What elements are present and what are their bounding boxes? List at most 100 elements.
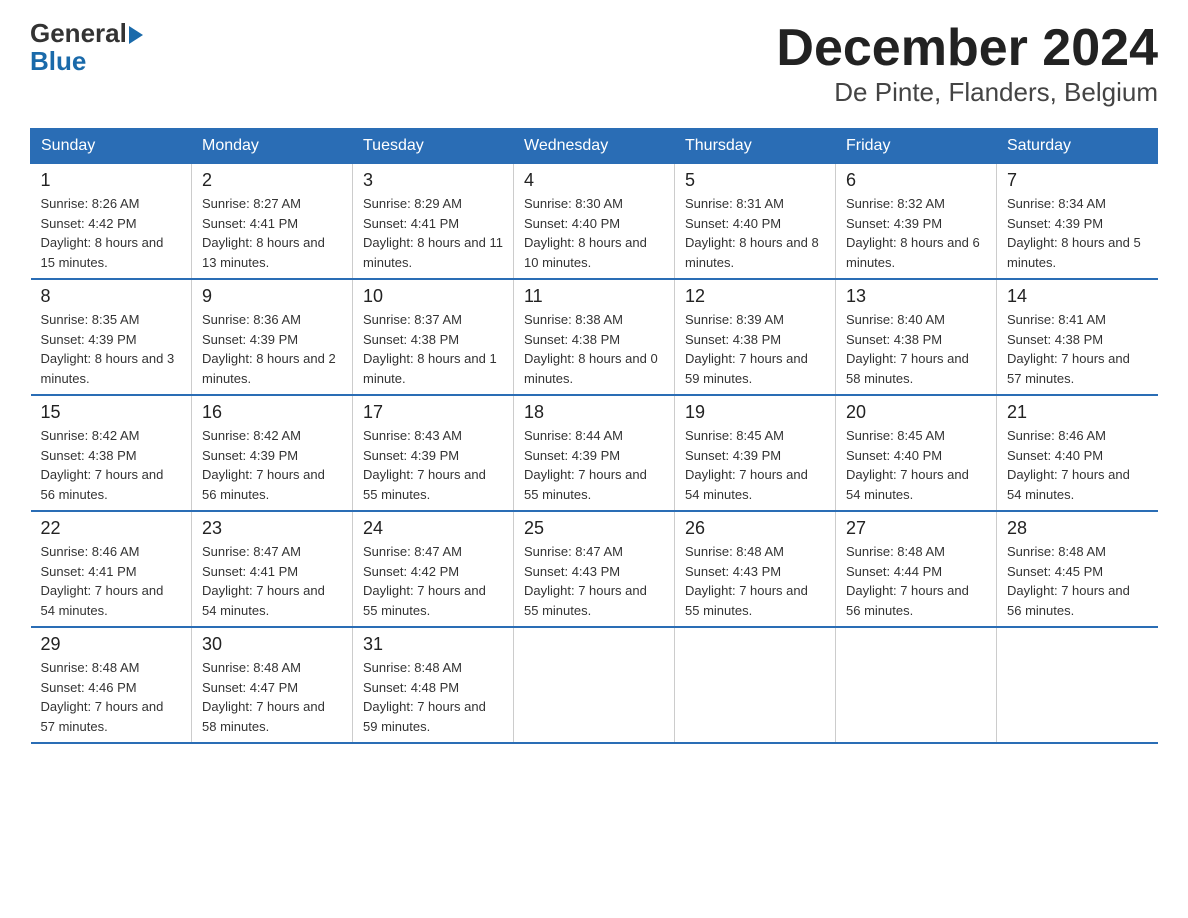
calendar-cell: 10 Sunrise: 8:37 AMSunset: 4:38 PMDaylig… [353,279,514,395]
calendar-cell: 12 Sunrise: 8:39 AMSunset: 4:38 PMDaylig… [675,279,836,395]
calendar-title: December 2024 [776,20,1158,77]
day-number: 26 [685,518,825,539]
calendar-cell [997,627,1158,743]
col-header-wednesday: Wednesday [514,129,675,164]
week-row-5: 29 Sunrise: 8:48 AMSunset: 4:46 PMDaylig… [31,627,1158,743]
day-number: 25 [524,518,664,539]
calendar-cell: 30 Sunrise: 8:48 AMSunset: 4:47 PMDaylig… [192,627,353,743]
calendar-cell: 28 Sunrise: 8:48 AMSunset: 4:45 PMDaylig… [997,511,1158,627]
calendar-cell: 4 Sunrise: 8:30 AMSunset: 4:40 PMDayligh… [514,164,675,280]
day-info: Sunrise: 8:38 AMSunset: 4:38 PMDaylight:… [524,312,658,386]
day-number: 27 [846,518,986,539]
calendar-cell: 27 Sunrise: 8:48 AMSunset: 4:44 PMDaylig… [836,511,997,627]
day-info: Sunrise: 8:45 AMSunset: 4:39 PMDaylight:… [685,428,808,502]
calendar-cell: 17 Sunrise: 8:43 AMSunset: 4:39 PMDaylig… [353,395,514,511]
day-number: 23 [202,518,342,539]
day-info: Sunrise: 8:27 AMSunset: 4:41 PMDaylight:… [202,196,325,270]
calendar-cell: 3 Sunrise: 8:29 AMSunset: 4:41 PMDayligh… [353,164,514,280]
day-number: 30 [202,634,342,655]
col-header-thursday: Thursday [675,129,836,164]
week-row-2: 8 Sunrise: 8:35 AMSunset: 4:39 PMDayligh… [31,279,1158,395]
calendar-cell: 5 Sunrise: 8:31 AMSunset: 4:40 PMDayligh… [675,164,836,280]
day-info: Sunrise: 8:42 AMSunset: 4:39 PMDaylight:… [202,428,325,502]
day-info: Sunrise: 8:47 AMSunset: 4:41 PMDaylight:… [202,544,325,618]
col-header-tuesday: Tuesday [353,129,514,164]
day-number: 6 [846,170,986,191]
calendar-cell: 1 Sunrise: 8:26 AMSunset: 4:42 PMDayligh… [31,164,192,280]
day-number: 5 [685,170,825,191]
week-row-4: 22 Sunrise: 8:46 AMSunset: 4:41 PMDaylig… [31,511,1158,627]
day-number: 22 [41,518,182,539]
calendar-table: SundayMondayTuesdayWednesdayThursdayFrid… [30,128,1158,744]
day-number: 31 [363,634,503,655]
calendar-subtitle: De Pinte, Flanders, Belgium [776,77,1158,108]
calendar-cell: 31 Sunrise: 8:48 AMSunset: 4:48 PMDaylig… [353,627,514,743]
day-info: Sunrise: 8:31 AMSunset: 4:40 PMDaylight:… [685,196,819,270]
calendar-cell: 29 Sunrise: 8:48 AMSunset: 4:46 PMDaylig… [31,627,192,743]
col-header-saturday: Saturday [997,129,1158,164]
calendar-cell: 7 Sunrise: 8:34 AMSunset: 4:39 PMDayligh… [997,164,1158,280]
day-info: Sunrise: 8:29 AMSunset: 4:41 PMDaylight:… [363,196,503,270]
day-info: Sunrise: 8:47 AMSunset: 4:42 PMDaylight:… [363,544,486,618]
calendar-cell: 26 Sunrise: 8:48 AMSunset: 4:43 PMDaylig… [675,511,836,627]
logo-text-blue: Blue [30,48,86,74]
day-info: Sunrise: 8:48 AMSunset: 4:43 PMDaylight:… [685,544,808,618]
day-info: Sunrise: 8:35 AMSunset: 4:39 PMDaylight:… [41,312,175,386]
day-number: 13 [846,286,986,307]
calendar-cell: 25 Sunrise: 8:47 AMSunset: 4:43 PMDaylig… [514,511,675,627]
day-number: 12 [685,286,825,307]
calendar-cell: 14 Sunrise: 8:41 AMSunset: 4:38 PMDaylig… [997,279,1158,395]
calendar-cell: 16 Sunrise: 8:42 AMSunset: 4:39 PMDaylig… [192,395,353,511]
col-header-friday: Friday [836,129,997,164]
day-number: 19 [685,402,825,423]
calendar-cell: 2 Sunrise: 8:27 AMSunset: 4:41 PMDayligh… [192,164,353,280]
day-number: 14 [1007,286,1148,307]
day-info: Sunrise: 8:48 AMSunset: 4:46 PMDaylight:… [41,660,164,734]
col-header-monday: Monday [192,129,353,164]
col-header-sunday: Sunday [31,129,192,164]
calendar-cell: 22 Sunrise: 8:46 AMSunset: 4:41 PMDaylig… [31,511,192,627]
day-info: Sunrise: 8:36 AMSunset: 4:39 PMDaylight:… [202,312,336,386]
day-number: 17 [363,402,503,423]
day-number: 16 [202,402,342,423]
day-info: Sunrise: 8:48 AMSunset: 4:47 PMDaylight:… [202,660,325,734]
calendar-cell: 19 Sunrise: 8:45 AMSunset: 4:39 PMDaylig… [675,395,836,511]
day-number: 7 [1007,170,1148,191]
day-number: 15 [41,402,182,423]
calendar-cell: 9 Sunrise: 8:36 AMSunset: 4:39 PMDayligh… [192,279,353,395]
day-number: 24 [363,518,503,539]
day-info: Sunrise: 8:41 AMSunset: 4:38 PMDaylight:… [1007,312,1130,386]
day-info: Sunrise: 8:30 AMSunset: 4:40 PMDaylight:… [524,196,647,270]
day-info: Sunrise: 8:46 AMSunset: 4:41 PMDaylight:… [41,544,164,618]
day-number: 28 [1007,518,1148,539]
day-number: 9 [202,286,342,307]
calendar-cell: 20 Sunrise: 8:45 AMSunset: 4:40 PMDaylig… [836,395,997,511]
day-info: Sunrise: 8:42 AMSunset: 4:38 PMDaylight:… [41,428,164,502]
week-row-3: 15 Sunrise: 8:42 AMSunset: 4:38 PMDaylig… [31,395,1158,511]
week-row-1: 1 Sunrise: 8:26 AMSunset: 4:42 PMDayligh… [31,164,1158,280]
day-info: Sunrise: 8:39 AMSunset: 4:38 PMDaylight:… [685,312,808,386]
day-number: 18 [524,402,664,423]
day-info: Sunrise: 8:47 AMSunset: 4:43 PMDaylight:… [524,544,647,618]
title-block: December 2024 De Pinte, Flanders, Belgiu… [776,20,1158,108]
logo-text-general: General [30,20,143,46]
day-number: 21 [1007,402,1148,423]
calendar-cell: 8 Sunrise: 8:35 AMSunset: 4:39 PMDayligh… [31,279,192,395]
calendar-cell [836,627,997,743]
calendar-cell: 24 Sunrise: 8:47 AMSunset: 4:42 PMDaylig… [353,511,514,627]
day-number: 2 [202,170,342,191]
day-info: Sunrise: 8:32 AMSunset: 4:39 PMDaylight:… [846,196,980,270]
day-number: 4 [524,170,664,191]
day-info: Sunrise: 8:45 AMSunset: 4:40 PMDaylight:… [846,428,969,502]
day-info: Sunrise: 8:48 AMSunset: 4:44 PMDaylight:… [846,544,969,618]
day-number: 29 [41,634,182,655]
day-info: Sunrise: 8:40 AMSunset: 4:38 PMDaylight:… [846,312,969,386]
page-header: General Blue December 2024 De Pinte, Fla… [30,20,1158,108]
calendar-cell [514,627,675,743]
day-number: 10 [363,286,503,307]
day-info: Sunrise: 8:26 AMSunset: 4:42 PMDaylight:… [41,196,164,270]
calendar-header-row: SundayMondayTuesdayWednesdayThursdayFrid… [31,129,1158,164]
day-number: 3 [363,170,503,191]
calendar-cell: 11 Sunrise: 8:38 AMSunset: 4:38 PMDaylig… [514,279,675,395]
day-number: 20 [846,402,986,423]
